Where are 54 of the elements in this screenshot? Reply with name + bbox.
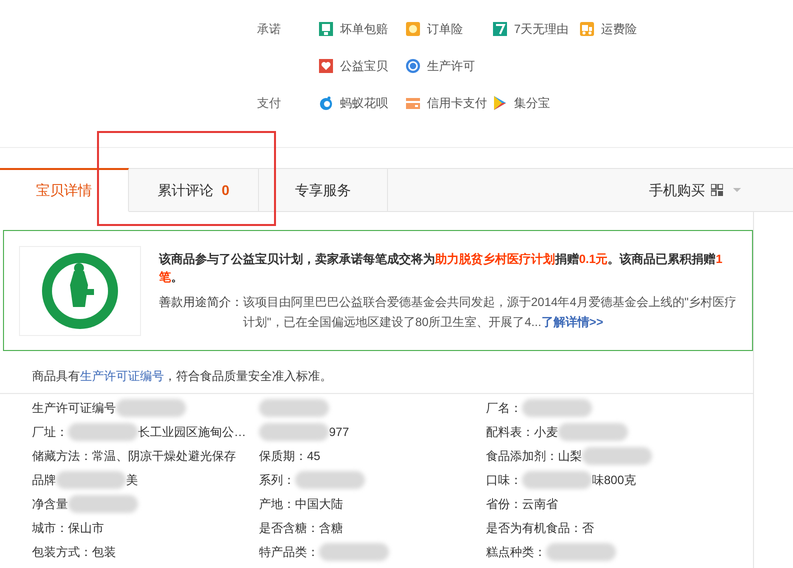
attribute-text: 味800克: [592, 472, 636, 488]
caret-icon: [733, 188, 741, 192]
license-link[interactable]: 生产许可证编号: [80, 369, 164, 383]
license-note: 商品具有生产许可证编号，符合食品质量安全准入标准。: [32, 368, 333, 385]
attribute-text: 包装方式：包装: [32, 544, 116, 560]
attribute-text: 977: [329, 424, 350, 440]
play-icon: [492, 95, 508, 111]
attribute-text: 省份：云南省: [486, 496, 558, 512]
attribute-text: 系列：: [259, 472, 295, 488]
service-label: 公益宝贝: [340, 58, 388, 75]
mobile-buy-button[interactable]: 手机购买: [649, 169, 793, 211]
tab[interactable]: 累计评论 0: [129, 168, 259, 212]
service-label: 蚂蚁花呗: [340, 95, 388, 112]
drop-icon: [318, 95, 334, 111]
service-label: 生产许可: [427, 58, 475, 75]
attribute-text: 产地：中国大陆: [259, 496, 343, 512]
service-label: 集分宝: [514, 95, 550, 112]
usage-label: 善款用途简介：: [159, 294, 243, 310]
usage-description: 该项目由阿里巴巴公益联合爱德基金会共同发起，源于2014年4月爱德基金会上线的"乡村医疗计划"，已在全国偏远地区建设了80所卫生室、开展了4...了解详情>>: [243, 294, 737, 330]
tab[interactable]: 专享服务: [259, 168, 388, 212]
attribute-text: 生产许可证编号: [32, 400, 116, 416]
row-label: 承诺: [257, 21, 282, 38]
attribute-text: 美: [126, 472, 138, 488]
charity-notice: 该商品参与了公益宝贝计划，卖家承诺每笔成交将为助力脱贫乡村医疗计划捐赠0.1元。该商品已累积捐赠1笔。: [159, 250, 724, 286]
truck-icon: [579, 21, 595, 37]
attribute-text: 特产品类：: [259, 544, 319, 560]
service-label: 信用卡支付: [427, 95, 487, 112]
attribute-text: 厂址：: [32, 424, 68, 440]
attribute-text: 城市：保山市: [32, 520, 104, 536]
row-label: 支付: [257, 95, 282, 112]
attribute-text: 口味：: [486, 472, 522, 488]
attribute-text: 糕点种类：: [486, 544, 546, 560]
attribute-text: 配料表：小麦: [486, 424, 558, 440]
attribute-text: 是否为有机食品：否: [486, 520, 594, 536]
seven-icon: [492, 21, 508, 37]
badge-icon: [405, 58, 421, 74]
attribute-text: 净含量: [32, 496, 68, 512]
tab[interactable]: 宝贝详情: [0, 168, 129, 212]
attribute-text: 保质期：45: [259, 448, 320, 464]
service-label: 运费险: [601, 21, 637, 38]
details-link[interactable]: 了解详情>>: [541, 314, 604, 328]
qr-code-icon: [711, 184, 723, 196]
sun-icon: [405, 21, 421, 37]
service-label: 坏单包赔: [340, 21, 388, 38]
attribute-text: 储藏方法：常温、阴凉干燥处避光保存: [32, 448, 236, 464]
attribute-text: 食品添加剂：山梨: [486, 448, 582, 464]
attribute-text: 是否含糖：含糖: [259, 520, 343, 536]
service-label: 订单险: [427, 21, 463, 38]
bill-icon: [318, 21, 334, 37]
attribute-text: 厂名：: [486, 400, 522, 416]
attribute-text: 长工业园区施甸公…: [138, 424, 246, 440]
attribute-text: 品牌: [32, 472, 56, 488]
card-icon: [405, 95, 421, 111]
service-label: 7天无理由: [514, 21, 569, 38]
